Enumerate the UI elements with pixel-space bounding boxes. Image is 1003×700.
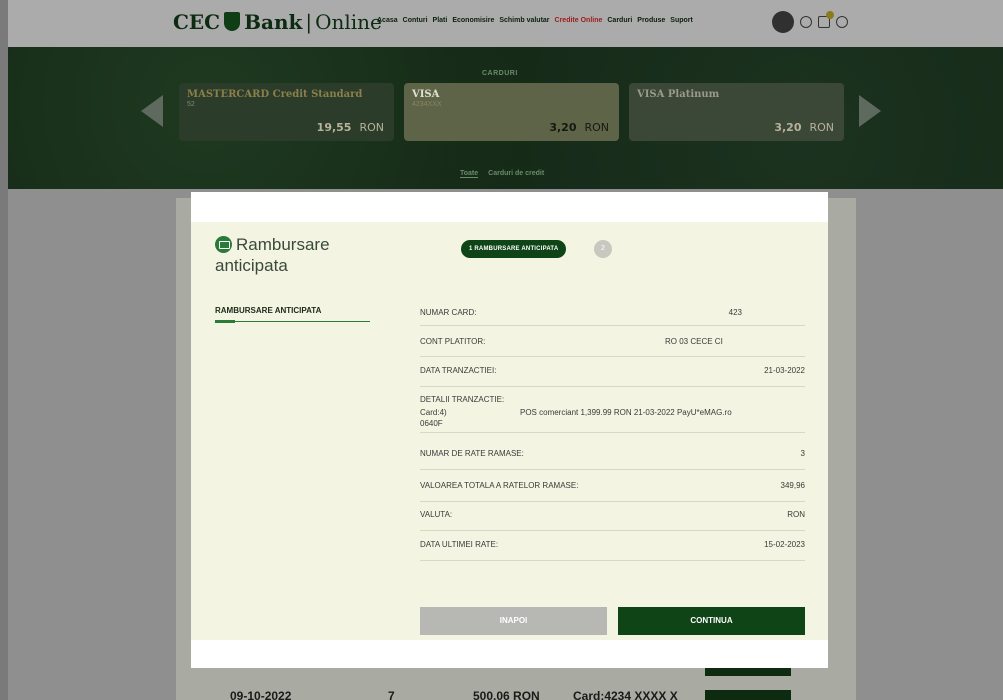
card-balance: 3,20 RON <box>774 121 834 134</box>
modal-body: Rambursare anticipata 1 RAMBURSARE ANTIC… <box>191 222 828 640</box>
step-2-indicator: 2 <box>594 240 612 258</box>
avatar[interactable] <box>772 11 794 33</box>
card-number: 52 <box>187 101 195 108</box>
nav-produse[interactable]: Produse <box>637 17 665 24</box>
field-value: 3 <box>800 449 805 458</box>
nav-plati[interactable]: Plati <box>433 17 448 24</box>
field-valoare-totala: VALOAREA TOTALA A RATELOR RAMASE: 349,96 <box>420 481 805 502</box>
row-date: 09-10-2022 <box>230 689 292 700</box>
top-icons <box>772 11 848 33</box>
modal-title: Rambursare anticipata <box>215 235 330 275</box>
mail-icon[interactable] <box>818 11 834 28</box>
power-icon[interactable] <box>836 16 848 28</box>
card-currency: RON <box>359 121 384 134</box>
field-data-tranzactiei: DATA TRANZACTIEI: 21-03-2022 <box>420 366 805 387</box>
field-value: 349,96 <box>780 481 805 490</box>
field-detalii-tranzactie: DETALII TRANZACTIE: Card:4) 0640F POS co… <box>420 395 805 433</box>
logo-bank: Bank <box>244 10 303 34</box>
row-action-button[interactable] <box>705 690 791 700</box>
nav-credite-online[interactable]: Credite Online <box>555 17 603 24</box>
field-label: DATA ULTIMEI RATE: <box>420 540 499 549</box>
card-number: 4234XXX <box>412 101 442 108</box>
card-currency: RON <box>584 121 609 134</box>
nav-schimb-valutar[interactable]: Schimb valutar <box>499 17 549 24</box>
detail-card: Card:4) <box>420 408 447 417</box>
field-label: DETALII TRANZACTIE: <box>420 395 505 404</box>
card-name: VISA Platinum <box>637 89 720 100</box>
field-value: 15-02-2023 <box>764 540 805 549</box>
continue-button[interactable]: CONTINUA <box>618 607 805 635</box>
early-repayment-modal: Rambursare anticipata 1 RAMBURSARE ANTIC… <box>191 192 828 668</box>
tab-toate[interactable]: Toate <box>460 170 479 178</box>
card-amount: 19,55 <box>316 121 352 134</box>
field-label: VALOAREA TOTALA A RATELOR RAMASE: <box>420 481 579 490</box>
field-label: DATA TRANZACTIEI: <box>420 366 497 375</box>
card-amount: 3,20 <box>774 121 802 134</box>
field-value: RO 03 CECE CI <box>665 337 723 346</box>
cards-banner: CARDURI MASTERCARD Credit Standard 52 19… <box>8 47 1003 189</box>
card-mastercard[interactable]: MASTERCARD Credit Standard 52 19,55 RON <box>179 83 394 141</box>
field-valuta: VALUTA: RON <box>420 510 805 531</box>
detail-code: 0640F <box>420 419 443 428</box>
field-data-ultimei-rate: DATA ULTIMEI RATE: 15-02-2023 <box>420 540 805 561</box>
step-1-indicator: 1 RAMBURSARE ANTICIPATA <box>461 240 567 258</box>
field-label: CONT PLATITOR: <box>420 337 486 346</box>
field-value: 423 <box>728 308 742 317</box>
logo-online: Online <box>315 10 382 34</box>
field-label: NUMAR CARD: <box>420 308 477 317</box>
field-cont-platitor: CONT PLATITOR: RO 03 CECE CI <box>420 337 805 357</box>
row-amount: 500,06 RON <box>473 689 540 700</box>
field-numar-card: NUMAR CARD: 423 <box>420 308 805 326</box>
top-bar: CEC Bank | Online Acasa Conturi Plati Econo… <box>8 0 1003 47</box>
nav-carduri[interactable]: Carduri <box>607 17 632 24</box>
card-balance: 3,20 RON <box>549 121 609 134</box>
card-visa[interactable]: VISA 4234XXX 3,20 RON <box>404 83 619 141</box>
card-name: MASTERCARD Credit Standard <box>187 89 363 100</box>
cards-title: CARDURI <box>482 70 518 77</box>
logo-separator: | <box>305 10 313 34</box>
sidebar-item-rambursare[interactable]: RAMBURSARE ANTICIPATA <box>215 306 370 323</box>
nav-economisire[interactable]: Economisire <box>452 17 494 24</box>
prev-arrow-icon[interactable] <box>141 95 163 127</box>
card-amount: 3,20 <box>549 121 577 134</box>
card-filter-tabs: Toate Carduri de credit <box>460 170 544 178</box>
field-rate-ramase: NUMAR DE RATE RAMASE: 3 <box>420 449 805 470</box>
shield-logo-icon <box>224 12 241 31</box>
row-card: Card:4234 XXXX X <box>573 689 678 700</box>
detail-description: POS comerciant 1,399.99 RON 21-03-2022 P… <box>520 408 732 417</box>
nav-acasa[interactable]: Acasa <box>377 17 398 24</box>
card-balance: 19,55 RON <box>317 121 384 134</box>
cec-bank-logo[interactable]: CEC Bank | Online <box>173 10 382 34</box>
back-button[interactable]: INAPOI <box>420 607 607 635</box>
notification-badge <box>826 11 834 19</box>
row-count: 7 <box>388 689 395 700</box>
main-nav: Acasa Conturi Plati Economisire Schimb v… <box>377 17 693 24</box>
field-value: RON <box>787 510 805 519</box>
field-value: 21-03-2022 <box>764 366 805 375</box>
tab-carduri-de-credit[interactable]: Carduri de credit <box>488 170 544 178</box>
card-visa-platinum[interactable]: VISA Platinum 3,20 RON <box>629 83 844 141</box>
card-currency: RON <box>809 121 834 134</box>
next-arrow-icon[interactable] <box>859 95 881 127</box>
help-icon[interactable] <box>800 16 812 28</box>
field-label: NUMAR DE RATE RAMASE: <box>420 449 524 458</box>
logo-cec: CEC <box>173 10 221 34</box>
field-label: VALUTA: <box>420 510 453 519</box>
card-name: VISA <box>412 89 440 100</box>
nav-conturi[interactable]: Conturi <box>403 17 428 24</box>
nav-suport[interactable]: Suport <box>670 17 693 24</box>
